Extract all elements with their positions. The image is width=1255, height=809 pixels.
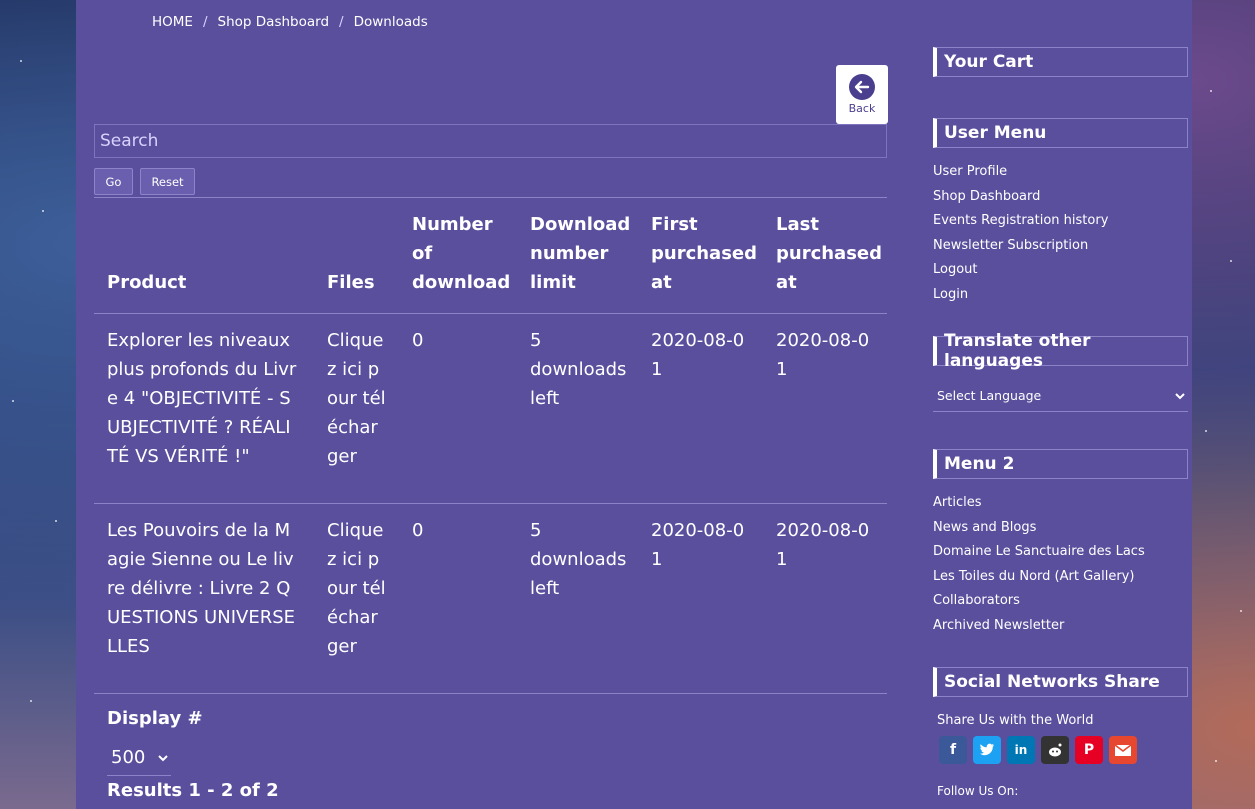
product-name: Explorer les niveaux plus profonds du Li… xyxy=(107,330,297,467)
breadcrumb-shop-dashboard[interactable]: Shop Dashboard xyxy=(218,14,330,30)
back-label: Back xyxy=(848,102,876,115)
download-limit: 5 downloads left xyxy=(530,520,627,599)
social-title: Social Networks Share xyxy=(933,667,1188,697)
menu-item-art-gallery[interactable]: Les Toiles du Nord (Art Gallery) xyxy=(933,565,1188,590)
last-purchased-date: 2020-08-01 xyxy=(776,520,870,570)
arrow-left-icon xyxy=(849,74,875,100)
header-product: Product xyxy=(107,272,187,293)
follow-text: Follow Us On: xyxy=(937,784,1019,798)
menu-item-shop-dashboard[interactable]: Shop Dashboard xyxy=(933,185,1188,210)
download-limit: 5 downloads left xyxy=(530,330,627,409)
results-counter: Results 1 - 2 of 2 xyxy=(107,780,279,801)
last-purchased-date: 2020-08-01 xyxy=(776,330,870,380)
translate-title: Translate other languages xyxy=(933,331,1188,371)
menu-item-news-blogs[interactable]: News and Blogs xyxy=(933,516,1188,541)
table-row: Les Pouvoirs de la Magie Sienne ou Le li… xyxy=(94,504,887,694)
header-first-purchased: First purchased at xyxy=(651,214,758,293)
downloads-table: Product Files Number of download Downloa… xyxy=(94,197,887,694)
download-link[interactable]: Cliquez ici pour télécharger xyxy=(314,504,399,694)
table-row: Explorer les niveaux plus profonds du Li… xyxy=(94,314,887,504)
share-text: Share Us with the World xyxy=(937,713,1094,728)
breadcrumb-separator: / xyxy=(202,14,208,30)
breadcrumb-current: Downloads xyxy=(353,14,428,30)
sidebar-menu2: Menu 2 Articles News and Blogs Domaine L… xyxy=(933,449,1188,639)
menu2-title: Menu 2 xyxy=(933,449,1188,479)
pinterest-icon[interactable]: P xyxy=(1075,736,1103,764)
product-name: Les Pouvoirs de la Magie Sienne ou Le li… xyxy=(107,520,295,657)
reddit-icon[interactable] xyxy=(1041,736,1069,764)
menu-item-events-history[interactable]: Events Registration history xyxy=(933,209,1188,234)
language-select[interactable]: Select Language xyxy=(933,380,1188,412)
breadcrumb-home[interactable]: HOME xyxy=(152,14,193,30)
go-button[interactable]: Go xyxy=(94,168,133,195)
header-files: Files xyxy=(327,272,375,293)
sidebar-user-menu: User Menu User Profile Shop Dashboard Ev… xyxy=(933,118,1188,308)
menu-item-collaborators[interactable]: Collaborators xyxy=(933,589,1188,614)
first-purchased-date: 2020-08-01 xyxy=(651,330,745,380)
header-number-of-download: Number of download xyxy=(412,214,511,293)
breadcrumb: HOME / Shop Dashboard / Downloads xyxy=(152,14,428,30)
header-last-purchased: Last purchased at xyxy=(776,214,883,293)
cart-title: Your Cart xyxy=(933,47,1188,77)
menu-item-newsletter[interactable]: Newsletter Subscription xyxy=(933,234,1188,259)
linkedin-icon[interactable]: in xyxy=(1007,736,1035,764)
sidebar-social: Social Networks Share Share Us with the … xyxy=(933,667,1188,798)
back-button[interactable]: Back xyxy=(836,65,888,124)
search-input[interactable] xyxy=(94,124,887,158)
menu-item-articles[interactable]: Articles xyxy=(933,491,1188,516)
table-header-row: Product Files Number of download Downloa… xyxy=(94,197,887,314)
display-count-select[interactable]: 500 xyxy=(107,740,171,776)
share-icons: f in P xyxy=(939,736,1188,764)
twitter-icon[interactable] xyxy=(973,736,1001,764)
menu-item-domaine[interactable]: Domaine Le Sanctuaire des Lacs xyxy=(933,540,1188,565)
download-count: 0 xyxy=(412,520,424,541)
sidebar-translate: Translate other languages Select Languag… xyxy=(933,331,1188,412)
email-icon[interactable] xyxy=(1109,736,1137,764)
menu-item-archived-newsletter[interactable]: Archived Newsletter xyxy=(933,614,1188,639)
facebook-icon[interactable]: f xyxy=(939,736,967,764)
first-purchased-date: 2020-08-01 xyxy=(651,520,745,570)
download-link[interactable]: Cliquez ici pour télécharger xyxy=(314,314,399,504)
download-count: 0 xyxy=(412,330,424,351)
breadcrumb-separator: / xyxy=(339,14,344,30)
menu-item-login[interactable]: Login xyxy=(933,283,1188,308)
header-download-limit: Download number limit xyxy=(530,214,631,293)
menu-item-user-profile[interactable]: User Profile xyxy=(933,160,1188,185)
sidebar-cart: Your Cart xyxy=(933,47,1188,77)
reset-button[interactable]: Reset xyxy=(140,168,195,195)
menu-item-logout[interactable]: Logout xyxy=(933,258,1188,283)
user-menu-title: User Menu xyxy=(933,118,1188,148)
display-count-label: Display # xyxy=(107,708,203,729)
